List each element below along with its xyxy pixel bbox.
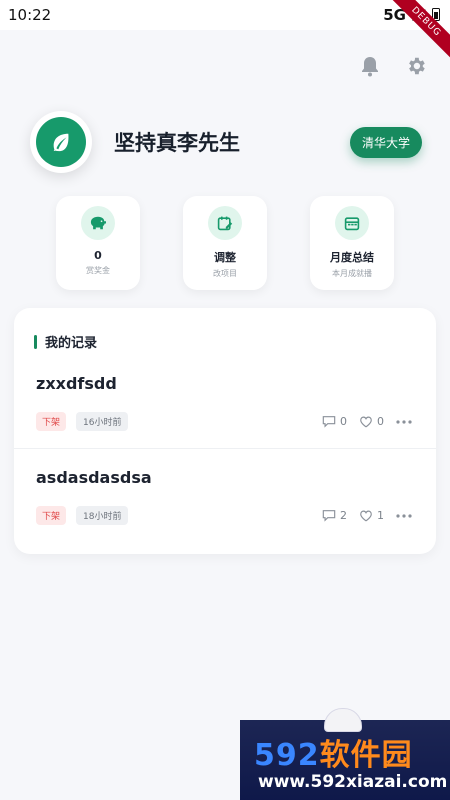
profile-header: 坚持真李先生 清华大学	[30, 110, 422, 174]
heart-icon	[360, 416, 372, 428]
watermark-url: www.592xiazai.com	[258, 772, 448, 792]
comment-button[interactable]: 2	[322, 509, 347, 522]
piggy-bank-icon	[90, 216, 106, 230]
more-icon	[396, 419, 412, 424]
calendar-edit-icon	[217, 216, 233, 231]
record-title: asdasdasdsa	[36, 468, 152, 487]
watermark-logo: 592软件园	[254, 738, 413, 773]
site-watermark: 592软件园 www.592xiazai.com	[240, 708, 450, 800]
stat-value: 调整	[214, 251, 236, 264]
comment-count: 0	[340, 415, 347, 428]
title-accent-bar	[34, 334, 37, 349]
record-meta: 下架 16小时前 0 0	[36, 412, 412, 431]
calendar-icon	[344, 217, 360, 231]
stat-value: 月度总结	[330, 251, 374, 264]
status-bar: 10:22 5G DEBUG	[0, 0, 450, 64]
avatar[interactable]	[30, 111, 92, 173]
bell-icon	[362, 57, 378, 77]
record-title: zxxdfsdd	[36, 374, 117, 393]
status-badge: 下架	[36, 506, 67, 525]
status-time: 10:22	[8, 6, 52, 24]
like-button[interactable]: 1	[359, 509, 384, 522]
stat-card-bounty[interactable]: 0 赏奖金	[56, 196, 140, 290]
settings-button[interactable]	[402, 52, 430, 80]
like-count: 1	[377, 509, 384, 522]
time-badge: 18小时前	[76, 506, 129, 525]
comment-icon	[322, 416, 336, 428]
comment-count: 2	[340, 509, 347, 522]
school-badge[interactable]: 清华大学	[349, 126, 422, 158]
status-badge: 下架	[36, 412, 67, 431]
comment-button[interactable]: 0	[322, 415, 347, 428]
stats-row: 0 赏奖金 调整 改项目 月度总结 本月成就播	[56, 196, 394, 290]
divider	[14, 448, 436, 449]
stat-card-monthly-summary[interactable]: 月度总结 本月成就播	[310, 196, 394, 290]
record-item[interactable]: zxxdfsdd 下架 16小时前 0 0	[14, 374, 436, 466]
leaf-icon	[53, 133, 69, 152]
stat-label: 赏奖金	[86, 266, 110, 275]
records-title: 我的记录	[45, 336, 98, 351]
profile-name: 坚持真李先生	[114, 131, 240, 155]
more-button[interactable]	[396, 419, 412, 424]
records-header: 我的记录	[34, 332, 97, 351]
records-card: 我的记录 zxxdfsdd 下架 16小时前 0 0 asdasdasdsa 下…	[14, 308, 436, 554]
stat-value: 0	[94, 249, 102, 262]
record-item[interactable]: asdasdasdsa 下架 18小时前 2 1	[14, 468, 436, 560]
more-button[interactable]	[396, 513, 412, 518]
gear-icon	[409, 57, 425, 75]
like-count: 0	[377, 415, 384, 428]
comment-icon	[322, 510, 336, 522]
notification-button[interactable]	[356, 52, 384, 80]
heart-icon	[360, 510, 372, 522]
mascot-icon	[324, 708, 362, 732]
stat-card-adjust[interactable]: 调整 改项目	[183, 196, 267, 290]
record-meta: 下架 18小时前 2 1	[36, 506, 412, 525]
like-button[interactable]: 0	[359, 415, 384, 428]
more-icon	[396, 513, 412, 518]
time-badge: 16小时前	[76, 412, 129, 431]
stat-label: 改项目	[213, 269, 237, 278]
stat-label: 本月成就播	[332, 269, 372, 278]
top-actions	[356, 52, 430, 80]
